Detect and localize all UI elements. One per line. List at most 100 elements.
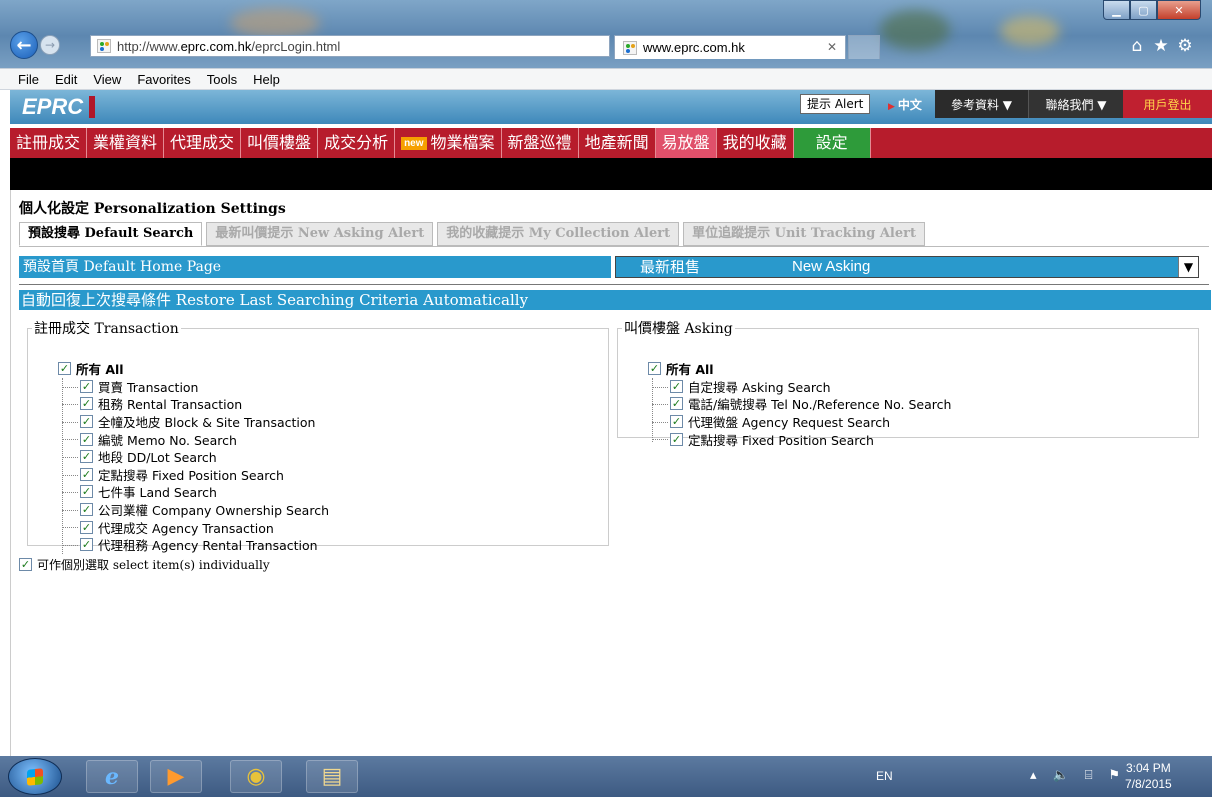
select-individually-checkbox[interactable]: ✓	[19, 558, 32, 571]
nav-new-development[interactable]: 新盤巡禮	[502, 128, 579, 158]
transaction-item-row: ✓ 代理租務 Agency Rental Transaction	[58, 536, 329, 554]
asking-agency-request-checkbox[interactable]: ✓	[670, 415, 683, 429]
show-hidden-icons-icon[interactable]: ▴	[1030, 768, 1037, 783]
tab-my-collection-alert[interactable]: 我的收藏提示 My Collection Alert	[437, 222, 680, 246]
transaction-item-label: 租務 Rental Transaction	[98, 397, 243, 413]
asking-group-legend: 叫價樓盤 Asking	[624, 321, 733, 337]
folder-icon[interactable]: ▤	[306, 760, 358, 793]
transaction-agency-rental-checkbox[interactable]: ✓	[80, 538, 93, 552]
restore-criteria-label: 自動回復上次搜尋條件 Restore Last Searching Criter…	[19, 290, 1211, 310]
new-tab-button[interactable]	[848, 35, 880, 59]
asking-fixed-position-checkbox[interactable]: ✓	[670, 432, 683, 446]
select-individually-row: ✓ 可作個別選取 select item(s) individually	[19, 556, 270, 573]
background-decoration	[1000, 16, 1060, 46]
asking-tree: ✓ 所有 All ✓ 自定搜尋 Asking Search ✓ 電話/編號搜尋 Tel…	[648, 360, 951, 448]
url-domain: eprc.com.hk	[180, 38, 252, 54]
favorites-star-icon[interactable]: ★	[1150, 35, 1172, 57]
asking-item-label: 電話/編號搜尋 Tel No./Reference No. Search	[688, 397, 952, 413]
transaction-item-label: 七件事 Land Search	[98, 485, 217, 501]
browser-tab[interactable]: www.eprc.com.hk ✕	[614, 35, 846, 59]
asking-all-checkbox[interactable]: ✓	[648, 362, 661, 376]
asking-tel-reference-checkbox[interactable]: ✓	[670, 397, 683, 411]
transaction-item-row: ✓ 買賣 Transaction	[58, 378, 329, 396]
nav-transaction[interactable]: 註冊成交	[10, 128, 88, 158]
transaction-item-row: ✓ 編號 Memo No. Search	[58, 430, 329, 448]
menu-tools[interactable]: Tools	[207, 72, 237, 87]
transaction-rental-checkbox[interactable]: ✓	[80, 397, 93, 411]
arrow-left-icon: ←	[16, 34, 32, 56]
url-prefix: http://www.	[117, 38, 181, 54]
transaction-sale-checkbox[interactable]: ✓	[80, 379, 93, 393]
start-button[interactable]	[8, 758, 62, 795]
settings-tabs: 預設搜尋 Default Search 最新叫價提示 New Asking Al…	[19, 222, 925, 246]
contact-menu[interactable]: 聯絡我們 ▼	[1028, 90, 1123, 118]
transaction-item-row: ✓ 公司業權 Company Ownership Search	[58, 501, 329, 519]
internet-explorer-icon[interactable]: e	[86, 760, 138, 793]
default-home-select[interactable]: 最新租售 New Asking ▼	[615, 256, 1199, 278]
nav-easy-listing[interactable]: 易放盤	[655, 128, 717, 158]
menu-file[interactable]: File	[18, 72, 39, 87]
asking-search-checkbox[interactable]: ✓	[670, 379, 683, 393]
tab-default-search[interactable]: 預設搜尋 Default Search	[19, 222, 203, 246]
transaction-item-label: 全幢及地皮 Block & Site Transaction	[98, 415, 316, 431]
nav-agency-transaction[interactable]: 代理成交	[164, 128, 242, 158]
nav-asking[interactable]: 叫價樓盤	[241, 128, 319, 158]
triangle-right-icon: ▶	[888, 102, 895, 112]
transaction-item-label: 代理成交 Agency Transaction	[98, 520, 274, 536]
settings-content: 個人化設定 Personalization Settings 預設搜尋 Defa…	[10, 190, 1212, 756]
transaction-all-checkbox[interactable]: ✓	[58, 362, 71, 376]
transaction-item-label: 買賣 Transaction	[98, 379, 199, 395]
nav-ownership[interactable]: 業權資料	[87, 128, 165, 158]
transaction-memo-checkbox[interactable]: ✓	[80, 432, 93, 446]
transaction-fixed-position-checkbox[interactable]: ✓	[80, 467, 93, 481]
chevron-down-icon[interactable]: ▼	[1178, 257, 1198, 277]
transaction-dd-lot-checkbox[interactable]: ✓	[80, 450, 93, 464]
media-player-icon[interactable]: ▶	[150, 760, 202, 793]
menu-view[interactable]: View	[93, 72, 121, 87]
transaction-item-row: ✓ 七件事 Land Search	[58, 483, 329, 501]
transaction-block-site-checkbox[interactable]: ✓	[80, 415, 93, 429]
maximize-button[interactable]: ▢	[1130, 0, 1157, 20]
minimize-button[interactable]: ▁	[1103, 0, 1130, 20]
logout-link[interactable]: 用戶登出	[1123, 90, 1212, 118]
eprc-logo[interactable]: EPRC	[18, 94, 96, 120]
language-link[interactable]: ▶ 中文	[888, 96, 922, 113]
nav-my-collection[interactable]: 我的收藏	[717, 128, 794, 158]
clock-time: 3:04 PM	[1126, 761, 1171, 775]
home-icon[interactable]: ⌂	[1126, 35, 1148, 57]
transaction-group: 註冊成交 Transaction ✓ 所有 All ✓ 買賣 Transaction…	[27, 318, 609, 554]
tabs-divider	[19, 246, 1209, 247]
clock[interactable]: 3:04 PM 7/8/2015	[1125, 760, 1172, 792]
tab-new-asking-alert[interactable]: 最新叫價提示 New Asking Alert	[206, 222, 434, 246]
transaction-land-search-checkbox[interactable]: ✓	[80, 485, 93, 499]
transaction-agency-checkbox[interactable]: ✓	[80, 520, 93, 534]
reference-menu[interactable]: 參考資料 ▼	[935, 90, 1028, 118]
transaction-company-ownership-checkbox[interactable]: ✓	[80, 503, 93, 517]
volume-icon[interactable]: 🔈	[1053, 768, 1069, 783]
flag-icon[interactable]: ⚑	[1109, 768, 1121, 783]
address-bar[interactable]: http://www.eprc.com.hk/eprcLogin.html ⌕ …	[90, 35, 671, 57]
nav-property-profile[interactable]: new 物業檔案	[395, 128, 502, 158]
network-icon[interactable]: ⌸	[1085, 768, 1093, 783]
transaction-item-label: 代理租務 Agency Rental Transaction	[98, 538, 318, 554]
menu-edit[interactable]: Edit	[55, 72, 77, 87]
transaction-group-legend: 註冊成交 Transaction	[34, 321, 179, 337]
chrome-icon[interactable]: ◉	[230, 760, 282, 793]
gear-icon[interactable]: ⚙	[1174, 35, 1196, 57]
alert-button[interactable]: 提示 Alert	[800, 94, 871, 114]
close-window-button[interactable]: ✕	[1157, 0, 1201, 20]
browser-chrome: ▁ ▢ ✕ ← → http://www. eprc.com.hk/eprcLog…	[0, 0, 1212, 90]
tab-unit-tracking-alert[interactable]: 單位追蹤提示 Unit Tracking Alert	[683, 222, 925, 246]
nav-settings[interactable]: 設定	[793, 128, 871, 158]
asking-item-label: 代理徵盤 Agency Request Search	[688, 415, 891, 431]
menu-favorites[interactable]: Favorites	[137, 72, 190, 87]
nav-property-profile-label: 物業檔案	[430, 133, 495, 152]
nav-transaction-analysis[interactable]: 成交分析	[318, 128, 396, 158]
close-tab-icon[interactable]: ✕	[827, 40, 837, 54]
back-button[interactable]: ←	[10, 31, 38, 59]
forward-button[interactable]: →	[40, 35, 60, 55]
menu-help[interactable]: Help	[253, 72, 280, 87]
asking-item-label: 自定搜尋 Asking Search	[688, 379, 831, 395]
language-indicator[interactable]: EN	[876, 769, 893, 783]
nav-property-news[interactable]: 地產新聞	[579, 128, 656, 158]
